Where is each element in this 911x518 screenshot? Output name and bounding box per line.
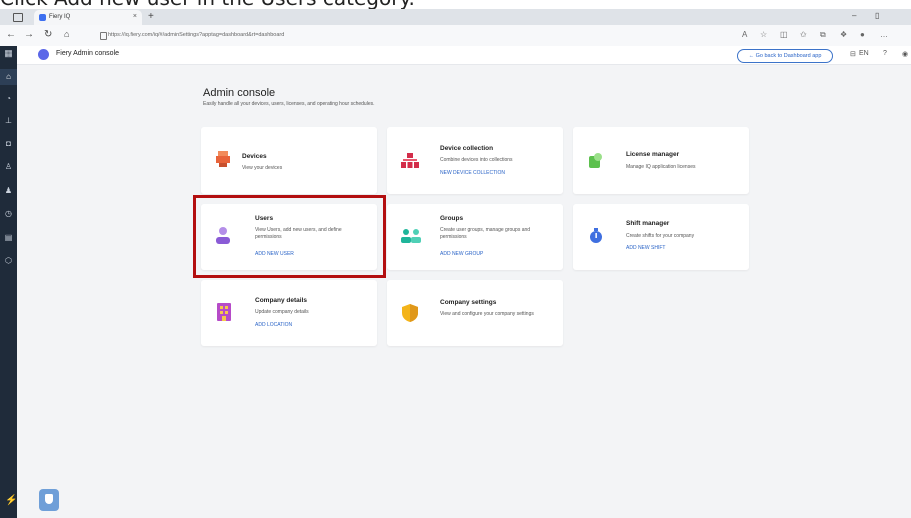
forward-arrow-icon[interactable]: →: [24, 29, 34, 40]
account-icon[interactable]: ◉: [902, 50, 908, 58]
card-devices[interactable]: Devices View your devices: [201, 127, 377, 194]
help-icon[interactable]: ?: [883, 50, 887, 57]
url-field[interactable]: https://iq.fiery.com/iq/#/adminSettings?…: [108, 29, 703, 42]
add-new-shift-link[interactable]: ADD NEW SHIFT: [626, 245, 665, 251]
card-license-manager[interactable]: License manager Manage IQ application li…: [573, 127, 749, 194]
devices-icon: [216, 151, 230, 167]
dashboard-nav-icon[interactable]: ◔: [4, 94, 13, 103]
card-title: Groups: [440, 215, 464, 222]
minimize-button[interactable]: –: [852, 11, 856, 20]
card-company-details[interactable]: Company details Update company details A…: [201, 280, 377, 346]
card-description: Update company details: [255, 309, 309, 315]
collections-icon[interactable]: ⧉: [820, 30, 826, 40]
address-bar-row: ← → ↻ ⌂ https://iq.fiery.com/iq/#/adminS…: [0, 25, 911, 47]
card-description: Create shifts for your company: [626, 233, 695, 239]
new-device-collection-link[interactable]: NEW DEVICE COLLECTION: [440, 170, 505, 176]
device-collection-icon: [401, 153, 419, 168]
card-description: Manage IQ application licenses: [626, 164, 696, 170]
add-location-link[interactable]: ADD LOCATION: [255, 322, 292, 328]
extensions-icon[interactable]: ❖: [840, 30, 847, 39]
browser-tab-bar: Fiery IQ × + – ▯: [0, 9, 911, 25]
security-shield-icon[interactable]: [39, 489, 59, 511]
building-icon: [217, 303, 231, 321]
page-subtitle: Easily handle all your devices, users, l…: [203, 101, 375, 107]
card-company-settings[interactable]: Company settings View and configure your…: [387, 280, 563, 346]
shift-nav-icon[interactable]: ◷: [4, 209, 13, 218]
favorite-star-icon[interactable]: ☆: [760, 30, 767, 39]
stopwatch-icon: [590, 228, 602, 243]
more-menu-icon[interactable]: …: [880, 30, 888, 39]
card-title: Shift manager: [626, 220, 670, 227]
shield-inner-icon: [45, 494, 53, 504]
app-title: Fiery Admin console: [56, 50, 120, 57]
instruction-caption: Click Add new user in the Users category…: [0, 0, 911, 9]
lock-icon: [100, 32, 107, 40]
home-icon[interactable]: ⌂: [64, 29, 69, 39]
card-title: Device collection: [440, 145, 494, 152]
card-title: License manager: [626, 151, 680, 158]
favorites-icon[interactable]: ✩: [800, 30, 807, 39]
shield-settings-icon: [402, 304, 418, 322]
card-title: Company settings: [440, 299, 497, 306]
tab-title: Fiery IQ: [49, 14, 71, 20]
fiery-logo-icon: ⚡: [5, 495, 18, 506]
card-title: Devices: [242, 153, 267, 160]
groups-nav-icon[interactable]: ♟: [4, 186, 13, 195]
settings-nav-icon[interactable]: ⬡: [4, 256, 13, 265]
home-nav-icon[interactable]: ⌂: [4, 72, 13, 81]
new-tab-button[interactable]: +: [148, 11, 154, 22]
tab-actions-icon[interactable]: [13, 13, 23, 22]
groups-icon: [401, 229, 421, 243]
app-header: Fiery Admin console ← Go back to Dashboa…: [17, 46, 911, 65]
card-description: Create user groups, manage groups and pe…: [440, 227, 531, 240]
hierarchy-nav-icon[interactable]: ⊥: [4, 116, 13, 125]
card-description: View and configure your company settings: [440, 311, 534, 317]
company-nav-icon[interactable]: ▤: [4, 233, 13, 242]
left-navigation-rail: ▦ ⌂ ◔ ⊥ ◘ ♙ ♟ ◷ ▤ ⬡ ⚡: [0, 46, 17, 518]
card-description: Combine devices into collections: [440, 157, 513, 163]
split-screen-icon[interactable]: ◫: [780, 30, 788, 39]
language-label[interactable]: EN: [859, 50, 869, 57]
license-icon: [589, 153, 602, 168]
read-aloud-icon[interactable]: A: [742, 30, 747, 39]
app-grid-icon[interactable]: ▦: [4, 48, 13, 59]
card-groups[interactable]: Groups Create user groups, manage groups…: [387, 204, 563, 270]
card-description: View your devices: [242, 165, 283, 171]
back-to-dashboard-button[interactable]: ← Go back to Dashboard app: [737, 49, 833, 63]
card-title: Company details: [255, 297, 308, 304]
browser-tab[interactable]: Fiery IQ ×: [34, 10, 142, 25]
card-device-collection[interactable]: Device collection Combine devices into c…: [387, 127, 563, 194]
user-nav-icon[interactable]: ♙: [4, 162, 13, 171]
card-shift-manager[interactable]: Shift manager Create shifts for your com…: [573, 204, 749, 270]
language-icon[interactable]: ⊟: [850, 50, 856, 58]
back-arrow-icon[interactable]: ←: [6, 29, 16, 40]
maximize-button[interactable]: ▯: [875, 11, 879, 20]
close-tab-icon[interactable]: ×: [133, 13, 137, 20]
refresh-icon[interactable]: ↻: [44, 29, 52, 40]
device-nav-icon[interactable]: ◘: [4, 139, 13, 148]
page-title: Admin console: [203, 87, 276, 99]
fiery-favicon-icon: [39, 14, 46, 21]
fiery-app-logo-icon: [38, 49, 49, 60]
tutorial-highlight-box: [193, 195, 386, 278]
add-new-group-link[interactable]: ADD NEW GROUP: [440, 251, 483, 257]
profile-icon[interactable]: ●: [860, 30, 865, 39]
